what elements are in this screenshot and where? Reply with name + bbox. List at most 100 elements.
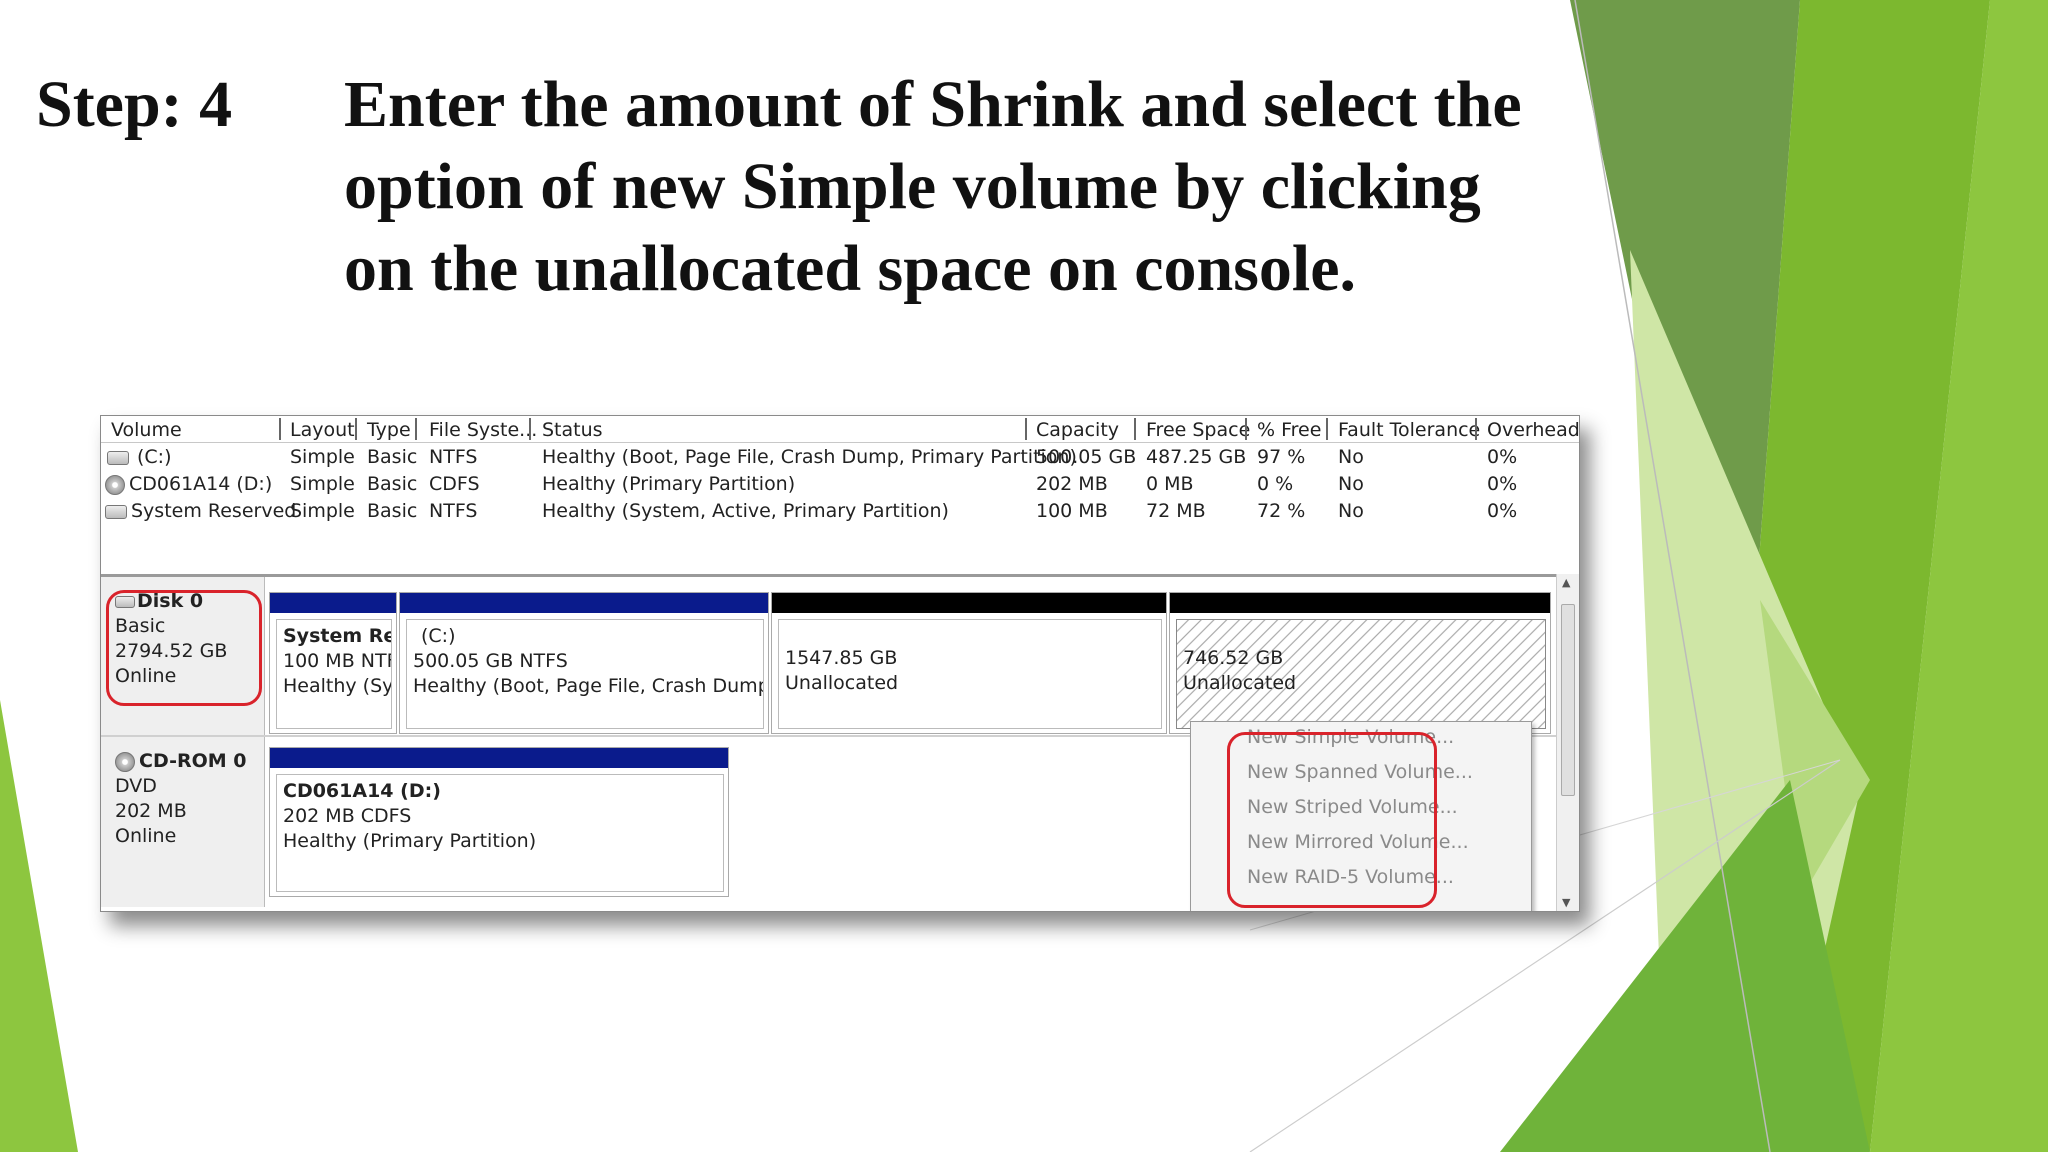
cdrom-0-name: CD-ROM 0 (115, 749, 264, 774)
cdrom-0-type: DVD (115, 775, 157, 797)
capacity-cell: 100 MB (1036, 500, 1108, 522)
fault-tolerance-cell: No (1338, 446, 1364, 468)
partition-bar (270, 748, 728, 768)
type-cell: Basic (367, 500, 418, 522)
partition-unallocated-1[interactable]: 1547.85 GB Unallocated (771, 592, 1167, 734)
graph-scrollbar[interactable]: ▲ ▼ (1556, 574, 1579, 911)
column-separator[interactable] (529, 418, 531, 440)
column-separator[interactable] (1326, 418, 1328, 440)
column-separator[interactable] (1025, 418, 1027, 440)
fs-cell: CDFS (429, 473, 480, 495)
partition-c-drive[interactable]: (C:) 500.05 GB NTFS Healthy (Boot, Page … (399, 592, 769, 734)
menu-new-spanned-volume[interactable]: New Spanned Volume... (1247, 761, 1473, 783)
menu-new-mirrored-volume[interactable]: New Mirrored Volume... (1247, 831, 1469, 853)
partition-name: (C:) (421, 625, 456, 647)
percent-free-cell: 97 % (1257, 446, 1306, 468)
partition-body: System Res 100 MB NTF Healthy (Sys (276, 619, 392, 729)
col-type[interactable]: Type (367, 419, 411, 441)
disk-management-screenshot: Volume Layout Type File Syste... Status … (100, 415, 1580, 912)
partition-size: 1547.85 GB (785, 647, 898, 669)
partition-status: Unallocated (1183, 672, 1297, 694)
partition-bar (270, 593, 396, 613)
cd-drive-icon (115, 751, 135, 772)
context-menu: New Simple Volume... New Spanned Volume.… (1190, 721, 1532, 911)
layout-cell: Simple (290, 446, 355, 468)
col-capacity[interactable]: Capacity (1036, 419, 1119, 441)
cdrom-0-size: 202 MB (115, 800, 187, 822)
disk-0-name: Disk 0 (115, 589, 264, 614)
partition-name: CD061A14 (D:) (283, 780, 441, 802)
disk-icon (115, 595, 135, 608)
partition-status: Unallocated (785, 672, 899, 694)
table-row[interactable]: CD061A14 (D:) Simple Basic CDFS Healthy … (101, 471, 1579, 498)
layout-cell: Simple (290, 473, 355, 495)
col-free-space[interactable]: Free Space (1146, 419, 1250, 441)
partition-body: 1547.85 GB Unallocated (778, 619, 1162, 729)
column-separator[interactable] (1475, 418, 1477, 440)
step-instructions: Enter the amount of Shrink and select th… (344, 64, 1604, 310)
partition-cdrom-d[interactable]: CD061A14 (D:) 202 MB CDFS Healthy (Prima… (269, 747, 729, 897)
capacity-cell: 202 MB (1036, 473, 1108, 495)
status-cell: Healthy (Primary Partition) (542, 473, 796, 495)
col-layout[interactable]: Layout (290, 419, 355, 441)
fault-tolerance-cell: No (1338, 473, 1364, 495)
free-space-cell: 0 MB (1146, 473, 1194, 495)
disk-0-size: 2794.52 GB (115, 640, 228, 662)
step-line-1: Enter the amount of Shrink and select th… (344, 68, 1522, 141)
partition-status: Healthy (Primary Partition) (283, 830, 537, 852)
partition-size: 746.52 GB (1183, 647, 1284, 669)
cdrom-0-status: Online (115, 825, 177, 847)
disk-0-label[interactable]: Disk 0 Basic 2794.52 GB Online (101, 577, 265, 735)
volume-cell: System Reserved (105, 500, 296, 522)
step-line-3: on the unallocated space on console. (344, 232, 1357, 305)
column-separator[interactable] (1245, 418, 1247, 440)
type-cell: Basic (367, 446, 418, 468)
partition-size: 100 MB NTF (283, 650, 392, 672)
scrollbar-thumb[interactable] (1561, 604, 1575, 796)
partition-body: (C:) 500.05 GB NTFS Healthy (Boot, Page … (406, 619, 764, 729)
col-fault-tolerance[interactable]: Fault Tolerance (1338, 419, 1480, 441)
overhead-cell: 0% (1487, 446, 1518, 468)
partition-bar (1170, 593, 1550, 613)
percent-free-cell: 0 % (1257, 473, 1294, 495)
partition-size: 500.05 GB NTFS (413, 650, 568, 672)
overhead-cell: 0% (1487, 500, 1518, 522)
col-volume[interactable]: Volume (111, 419, 182, 441)
status-cell: Healthy (System, Active, Primary Partiti… (542, 500, 949, 522)
partition-bar (772, 593, 1166, 613)
drive-icon (105, 504, 127, 519)
status-cell: Healthy (Boot, Page File, Crash Dump, Pr… (542, 446, 1077, 468)
col-overhead[interactable]: Overhead (1487, 419, 1579, 441)
menu-new-striped-volume[interactable]: New Striped Volume... (1247, 796, 1458, 818)
col-percent-free[interactable]: % Free (1257, 419, 1321, 441)
table-row[interactable]: System Reserved Simple Basic NTFS Health… (101, 498, 1579, 525)
menu-new-simple-volume[interactable]: New Simple Volume... (1247, 726, 1454, 748)
partition-unallocated-2[interactable]: 746.52 GB Unallocated (1169, 592, 1551, 734)
column-separator[interactable] (415, 418, 417, 440)
drive-icon (107, 450, 129, 465)
col-file-system[interactable]: File Syste... (429, 419, 537, 441)
column-separator[interactable] (279, 418, 281, 440)
disk-0-status: Online (115, 665, 177, 687)
scroll-down-icon[interactable]: ▼ (1562, 896, 1570, 909)
volume-cell: CD061A14 (D:) (105, 473, 272, 495)
capacity-cell: 500.05 GB (1036, 446, 1137, 468)
partition-system-reserved[interactable]: System Res 100 MB NTF Healthy (Sys (269, 592, 397, 734)
scroll-up-icon[interactable]: ▲ (1562, 576, 1570, 589)
partition-body: 746.52 GB Unallocated (1176, 619, 1546, 729)
volume-cell: (C:) (107, 446, 172, 468)
col-status[interactable]: Status (542, 419, 603, 441)
column-separator[interactable] (1134, 418, 1136, 440)
free-space-cell: 487.25 GB (1146, 446, 1247, 468)
fault-tolerance-cell: No (1338, 500, 1364, 522)
column-separator[interactable] (355, 418, 357, 440)
partition-bar (400, 593, 768, 613)
fs-cell: NTFS (429, 500, 478, 522)
cdrom-0-label[interactable]: CD-ROM 0 DVD 202 MB Online (101, 737, 265, 907)
free-space-cell: 72 MB (1146, 500, 1206, 522)
table-row[interactable]: (C:) Simple Basic NTFS Healthy (Boot, Pa… (101, 444, 1579, 471)
fs-cell: NTFS (429, 446, 478, 468)
menu-new-raid5-volume[interactable]: New RAID-5 Volume... (1247, 866, 1454, 888)
partition-body: CD061A14 (D:) 202 MB CDFS Healthy (Prima… (276, 774, 724, 892)
percent-free-cell: 72 % (1257, 500, 1306, 522)
